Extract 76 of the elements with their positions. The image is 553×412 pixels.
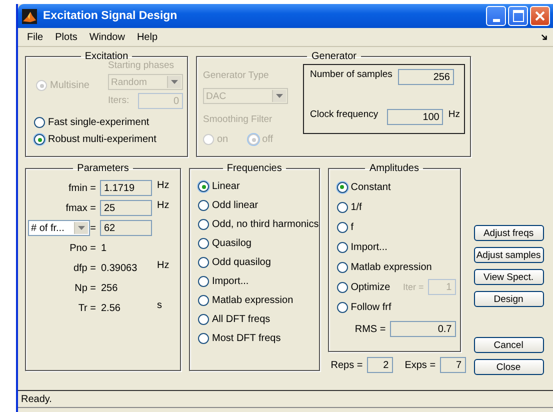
radio-button[interactable]: Robust multi-experiment: [34, 134, 187, 145]
menu-item[interactable]: Window: [83, 32, 131, 42]
caret-icon: [74, 222, 88, 234]
parameter-label: Np =: [74, 282, 96, 294]
field-label: Iter =: [402, 282, 424, 292]
dock-arrow-icon[interactable]: [541, 34, 548, 41]
field-label: Generator Type: [203, 70, 270, 81]
parameter-value: 1: [100, 242, 107, 254]
window-title: Excitation Signal Design: [43, 10, 178, 22]
panel-title: Generator: [310, 51, 358, 62]
close-button[interactable]: [530, 6, 550, 26]
field-label: Smoothing Filter: [203, 114, 274, 125]
parameter-field[interactable]: 1.1719: [100, 180, 152, 196]
panel-title: Excitation: [84, 51, 128, 62]
radio-button[interactable]: All DFT freqs: [198, 314, 319, 325]
unit-label: Hz: [157, 180, 170, 191]
quantity-dropdown[interactable]: # of fr...: [28, 220, 90, 236]
field-label: Starting phases: [108, 60, 176, 71]
field-label: Reps =: [330, 360, 363, 370]
peak-surface-icon: [22, 8, 37, 24]
maximize-button[interactable]: [508, 6, 528, 26]
action-button[interactable]: Design: [474, 291, 544, 307]
unit-label: Hz: [157, 260, 170, 271]
minimize-button[interactable]: [486, 6, 506, 26]
radio-button[interactable]: 1/f: [336, 202, 362, 212]
panel-title: Amplitudes: [368, 163, 420, 174]
action-button[interactable]: Adjust samples: [474, 247, 544, 263]
close-icon: [535, 11, 545, 21]
unit-label: Hz: [157, 200, 170, 211]
action-button[interactable]: Cancel: [474, 337, 544, 353]
parameter-value: 2.56: [100, 302, 120, 314]
radio-button[interactable]: Odd, no third harmonics: [198, 219, 319, 230]
equals-label: =: [90, 222, 96, 234]
parameter-value: 0.39063: [100, 262, 138, 274]
field-label: Exps =: [404, 360, 436, 370]
radio-button[interactable]: Linear: [198, 181, 319, 192]
parameter-label: Tr =: [78, 302, 96, 314]
status-text: Ready.: [21, 394, 52, 404]
rms-field[interactable]: 0.7: [390, 321, 456, 337]
menu-item[interactable]: File: [21, 32, 50, 42]
panel-title: Parameters: [76, 163, 130, 174]
field-label: Clock frequency: [310, 109, 380, 120]
unit-label: s: [157, 300, 162, 311]
radio-button[interactable]: Matlab expression: [198, 295, 319, 306]
radio-button[interactable]: Odd linear: [198, 200, 319, 211]
action-button[interactable]: View Spect.: [474, 269, 544, 285]
radio-button[interactable]: Most DFT freqs: [198, 333, 319, 344]
parameter-label: dfp =: [73, 262, 96, 274]
field-label: Number of samples: [310, 69, 394, 80]
radio-button[interactable]: Fast single-experiment: [34, 117, 187, 128]
caret-icon: [167, 76, 181, 88]
menu-item[interactable]: Plots: [49, 32, 84, 42]
parameter-value: 256: [100, 282, 118, 294]
exps-field[interactable]: 7: [440, 357, 466, 373]
radio-button[interactable]: Optimize: [336, 282, 390, 292]
menu-item[interactable]: Help: [130, 32, 164, 42]
unit-label: Hz: [448, 109, 460, 120]
radio-button[interactable]: Quasilog: [198, 238, 319, 249]
panel-title: Frequencies: [226, 163, 283, 174]
parameter-label: Pno =: [70, 242, 96, 254]
radio-button[interactable]: Import...: [336, 242, 388, 252]
field-label: Iters:: [108, 94, 130, 106]
radio-button[interactable]: Import...: [198, 276, 319, 287]
radio-button[interactable]: Odd quasilog: [198, 257, 319, 268]
parameter-label: fmax =: [66, 202, 96, 214]
caret-icon: [272, 90, 286, 102]
radio-button[interactable]: Constant: [336, 182, 391, 192]
radio-button[interactable]: Matlab expression: [336, 262, 432, 272]
parameter-field[interactable]: 62: [100, 220, 152, 236]
reps-field[interactable]: 2: [366, 357, 393, 373]
parameter-field[interactable]: 25: [100, 200, 152, 216]
action-button[interactable]: Adjust freqs: [474, 225, 544, 241]
radio-button[interactable]: Follow frf: [336, 302, 392, 312]
action-button[interactable]: Close: [474, 359, 544, 375]
field-label: RMS =: [354, 324, 386, 334]
parameter-label: fmin =: [68, 182, 96, 194]
